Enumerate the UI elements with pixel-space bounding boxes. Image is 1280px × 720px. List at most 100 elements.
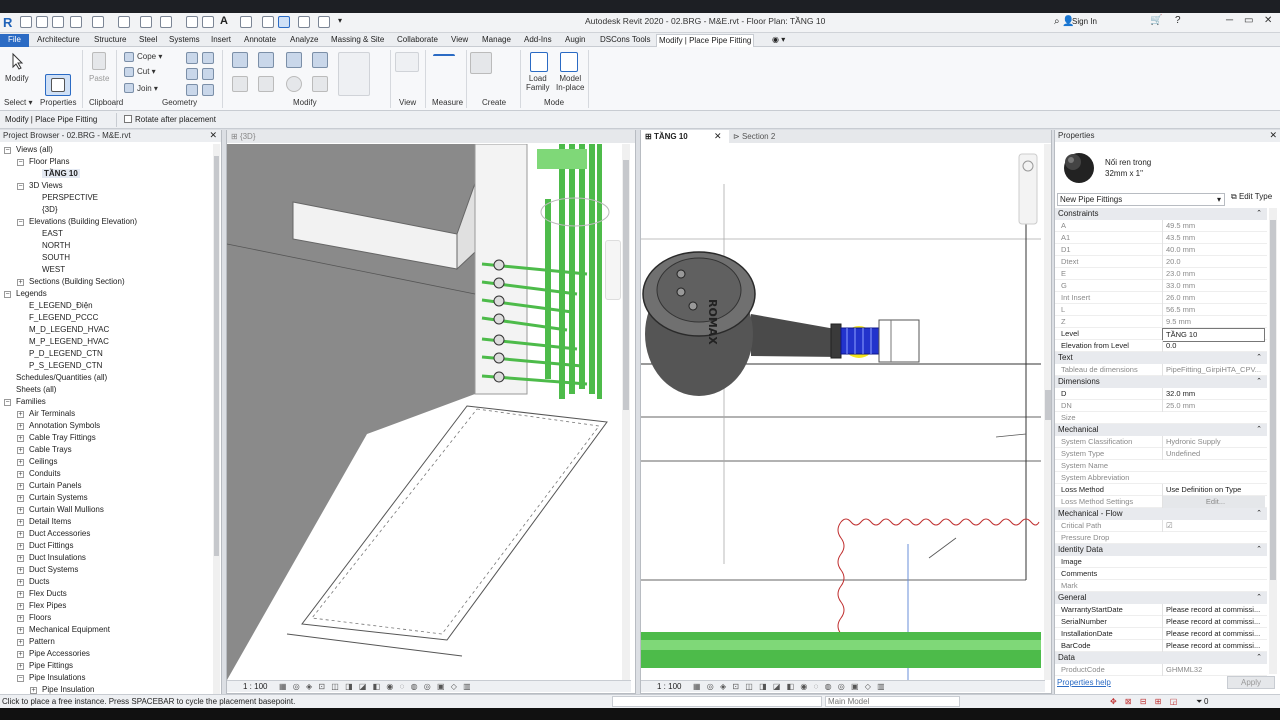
tree-item[interactable]: Schedules/Quantities (all) — [16, 373, 107, 382]
tree-item[interactable]: Floor Plans — [29, 157, 69, 166]
tree-item[interactable]: P_S_LEGEND_CTN — [29, 361, 102, 370]
mirror-icon[interactable] — [286, 52, 302, 68]
tree-toggle[interactable]: + — [17, 447, 24, 454]
collapse-icon[interactable]: ⌃ — [1256, 544, 1262, 556]
create-group-icon[interactable] — [470, 52, 492, 74]
tree-toggle[interactable]: + — [17, 651, 24, 658]
tree-toggle[interactable]: + — [17, 579, 24, 586]
thin-lines-icon[interactable] — [278, 16, 290, 28]
tree-item[interactable]: Duct Systems — [29, 565, 78, 574]
properties-scrollbar-thumb[interactable] — [1270, 220, 1276, 580]
revit-logo[interactable]: R — [3, 15, 15, 30]
property-group-header[interactable]: Data ⌃ — [1055, 652, 1267, 664]
tree-item[interactable]: M_P_LEGEND_HVAC — [29, 337, 109, 346]
offset-icon[interactable] — [258, 52, 274, 68]
tab-massing-site[interactable]: Massing & Site — [329, 34, 386, 47]
text-icon[interactable]: A — [220, 15, 228, 27]
tree-item[interactable]: Pipe Fittings — [29, 661, 73, 670]
tree-item[interactable]: Legends — [16, 289, 47, 298]
dimension-icon[interactable] — [186, 16, 198, 28]
tree-toggle[interactable]: − — [17, 159, 24, 166]
tree-toggle[interactable]: + — [17, 423, 24, 430]
open-icon[interactable] — [20, 16, 32, 28]
view-plan[interactable]: ⊞ TẦNG 10 ✕ ⊳ Section 2 ROMAX 1: 100 ▦ … — [640, 130, 1052, 694]
tab-insert[interactable]: Insert — [209, 34, 233, 47]
tree-item[interactable]: Families — [16, 397, 46, 406]
print-icon[interactable] — [140, 16, 152, 28]
redo-icon[interactable] — [118, 16, 130, 28]
tree-item[interactable]: EAST — [42, 229, 63, 238]
view-plan-canvas[interactable]: ROMAX — [641, 144, 1041, 680]
tree-toggle[interactable]: + — [17, 663, 24, 670]
tree-item[interactable]: Pattern — [29, 637, 55, 646]
tree-item[interactable]: Duct Fittings — [29, 541, 73, 550]
tree-toggle[interactable]: + — [17, 603, 24, 610]
geometry-tool-icon[interactable] — [202, 84, 214, 96]
property-value[interactable]: Please record at commissi... — [1162, 628, 1265, 640]
tree-toggle[interactable]: + — [17, 279, 24, 286]
tree-item[interactable]: M_D_LEGEND_HVAC — [29, 325, 109, 334]
workset-dropdown[interactable] — [612, 696, 822, 707]
tab-steel[interactable]: Steel — [137, 34, 159, 47]
binoculars-icon[interactable]: ⌕ — [1054, 16, 1060, 27]
collapse-icon[interactable]: ⌃ — [1256, 376, 1262, 388]
tree-item[interactable]: Curtain Panels — [29, 481, 81, 490]
tab-architecture[interactable]: Architecture — [35, 34, 82, 47]
tree-toggle[interactable]: + — [30, 687, 37, 694]
tab-augin[interactable]: Augin — [563, 34, 587, 47]
view-plan-scale[interactable]: 1 : 100 — [657, 681, 681, 693]
tree-toggle[interactable]: − — [17, 183, 24, 190]
model-inplace-button[interactable]: Model In-place — [556, 74, 584, 92]
property-value[interactable]: 0.0 — [1162, 340, 1265, 352]
tree-item[interactable]: Annotation Symbols — [29, 421, 100, 430]
tree-item[interactable]: Pipe Insulation — [42, 685, 94, 694]
copy-icon[interactable] — [258, 76, 274, 92]
tree-item[interactable]: TẦNG 10 — [42, 169, 80, 178]
geometry-tool-icon[interactable] — [186, 52, 198, 64]
view-plan-scrollbar-thumb[interactable] — [1045, 390, 1051, 420]
rotate-after-placement-checkbox[interactable] — [124, 115, 132, 123]
close-hidden-icon[interactable] — [298, 16, 310, 28]
tab-modify-place-pipe-fitting[interactable]: Modify | Place Pipe Fitting — [656, 34, 755, 47]
tree-toggle[interactable]: + — [17, 615, 24, 622]
tab-analyze[interactable]: Analyze — [288, 34, 320, 47]
split-icon[interactable] — [312, 52, 328, 68]
sync-icon[interactable] — [70, 16, 82, 28]
geometry-tool-icon[interactable] — [186, 84, 198, 96]
tree-item[interactable]: 3D Views — [29, 181, 63, 190]
tree-toggle[interactable]: + — [17, 435, 24, 442]
geometry-tool-icon[interactable] — [202, 68, 214, 80]
property-value[interactable]: Please record at commissi... — [1162, 616, 1265, 628]
tree-toggle[interactable]: − — [17, 675, 24, 682]
tree-toggle[interactable]: + — [17, 483, 24, 490]
tree-item[interactable]: Sheets (all) — [16, 385, 56, 394]
tree-item[interactable]: Duct Accessories — [29, 529, 90, 538]
view-3d-scale[interactable]: 1 : 100 — [243, 681, 267, 693]
tree-toggle[interactable]: + — [17, 543, 24, 550]
selection-filter-icons[interactable]: ✥ ⊠ ⊟ ⊞ ◲ — [1110, 695, 1180, 708]
tree-toggle[interactable]: − — [17, 219, 24, 226]
property-value[interactable]: Please record at commissi... — [1162, 604, 1265, 616]
modify-button[interactable]: Modify — [5, 74, 29, 83]
tree-item[interactable]: F_LEGEND_PCCC — [29, 313, 98, 322]
help-icon[interactable]: ? — [1175, 15, 1181, 26]
view-3d-tab[interactable]: ⊞ {3D} — [227, 130, 635, 143]
tree-toggle[interactable]: + — [17, 507, 24, 514]
qat-customize-icon[interactable]: ▾ — [338, 16, 342, 25]
tree-item[interactable]: Elevations (Building Elevation) — [29, 217, 137, 226]
tree-toggle[interactable]: + — [17, 531, 24, 538]
tab-add-ins[interactable]: Add-Ins — [522, 34, 554, 47]
tree-item[interactable]: Conduits — [29, 469, 61, 478]
tree-toggle[interactable]: + — [17, 591, 24, 598]
switch-windows-icon[interactable] — [318, 16, 330, 28]
tree-item[interactable]: Detail Items — [29, 517, 71, 526]
property-value[interactable]: Please record at commissi... — [1162, 640, 1265, 652]
tree-toggle[interactable]: + — [17, 627, 24, 634]
tree-item[interactable]: {3D} — [42, 205, 58, 214]
tree-toggle[interactable]: − — [4, 291, 11, 298]
tree-item[interactable]: Cable Tray Fittings — [29, 433, 96, 442]
design-option-dropdown[interactable]: Main Model — [825, 696, 960, 707]
tree-toggle[interactable]: + — [17, 471, 24, 478]
tree-item[interactable]: Curtain Wall Mullions — [29, 505, 104, 514]
tree-item[interactable]: Ducts — [29, 577, 49, 586]
